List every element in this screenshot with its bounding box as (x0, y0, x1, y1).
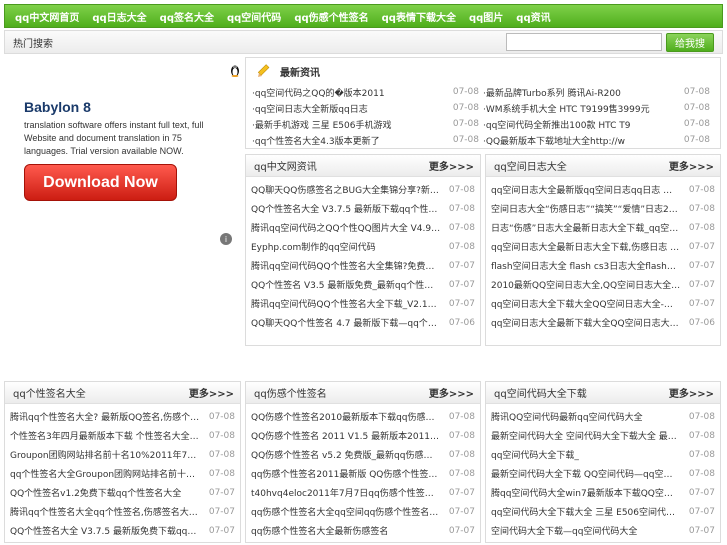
news-panel: 最新资讯 ·qq空间代码之QQ的�版本2011 07-08 ·qq空间日志大全新版… (245, 57, 721, 149)
top-nav: qq中文网首页 qq日志大全 qq签名大全 qq空间代码 qq伤感个性签名 qq… (4, 4, 723, 28)
news-title: 最新资讯 (280, 67, 320, 79)
box-list: 腾讯qq个性签名大全? 最新版QQ签名,伤感个性签名大全-07-08 个性签名3… (5, 404, 240, 540)
nav-item-signature[interactable]: qq签名大全 (160, 9, 214, 24)
list-item[interactable]: QQ聊天QQ个性签名 4.7 最新版下载—qq个性签名下载大全07-06 (251, 313, 475, 332)
list-item[interactable]: QQ个性签名v1.2免费下载qq个性签名大全 07-07 (10, 483, 235, 502)
list-item[interactable]: 腾讯qq个性签名大全? 最新版QQ签名,伤感个性签名大全-07-08 (10, 407, 235, 426)
ad-choices-icon[interactable]: i (220, 233, 232, 245)
list-item[interactable]: Eyphp.com制作的qq空间代码 07-08 (251, 237, 475, 256)
list-item[interactable]: ·最新手机游戏 三星 E506手机游戏 07-08 (252, 116, 483, 132)
more-link[interactable]: 更多>>> (669, 385, 714, 400)
nav-item-home[interactable]: qq中文网首页 (15, 9, 79, 24)
box-list: QQ伤感个性签名2010最新版本下载qq伤感个性签名 07-08 QQ伤感个性签名… (246, 404, 480, 540)
list-item[interactable]: qq空间日志大全最新下载大全QQ空间日志大全QQ空间日志07-06 (491, 313, 715, 332)
list-item[interactable]: 腾qq空间代码大全win7最新版本下载QQ空间代码大全下载,最新07-07 (491, 483, 715, 502)
list-item[interactable]: 个性签名3年四月最新版本下载 个性签名大全_qq个性签名大全07-08 (10, 426, 235, 445)
penguin-icon (231, 65, 239, 77)
search-bar: 热门搜索 给我搜 (4, 30, 723, 54)
list-item[interactable]: qq空间日志大全最新日志大全下载,伤感日志 8669个日志下载07-07 (491, 237, 715, 256)
list-item[interactable]: 腾讯QQ空间代码最新qq空间代码大全 07-08 (491, 407, 715, 426)
list-item[interactable]: t40hvq4eloc2011年7月7日qq伤感个性签名大全 07-07 (251, 483, 475, 502)
list-item[interactable]: 腾讯qq空间代码QQ个性签名大全集锦?免费下载分享个性签名大全07-07 (251, 256, 475, 275)
pencil-icon (257, 64, 270, 77)
ad-banner[interactable]: Babylon 8 translation software offers in… (4, 57, 242, 347)
box-title: qq中文网资讯 (254, 162, 317, 173)
nav-item-space-code[interactable]: qq空间代码 (227, 9, 281, 24)
nav-item-emoticons[interactable]: qq表情下载大全 (382, 9, 456, 24)
list-item[interactable]: ·最新品牌Turbo系列 腾讯Ai-R200 07-08 (483, 84, 714, 100)
list-item[interactable]: ·qq空间代码之QQ的�版本2011 07-08 (252, 84, 483, 100)
list-item[interactable]: 最新空间代码大全 空间代码大全下载大全 最_qq空间代码大全下载07-08 (491, 426, 715, 445)
box-space-code: qq空间代码大全下载 更多>>> 腾讯QQ空间代码最新qq空间代码大全 07-08 … (485, 381, 721, 543)
list-item[interactable]: QQ伤感个性签名2010最新版本下载qq伤感个性签名 07-08 (251, 407, 475, 426)
box-sad-signature: qq伤感个性签名 更多>>> QQ伤感个性签名2010最新版本下载qq伤感个性签名… (245, 381, 481, 543)
nav-item-diary[interactable]: qq日志大全 (92, 9, 146, 24)
ad-brand: Babylon 8 (24, 99, 91, 115)
more-link[interactable]: 更多>>> (429, 158, 474, 173)
box-title: qq空间日志大全 (494, 162, 567, 173)
list-item[interactable]: 腾讯qq个性签名大全qq个性签名,伤感签名大全 QQ个性签名07-07 (10, 502, 235, 521)
list-item[interactable]: qq空间日志大全最新版qq空间日志qq日志 腾讯空间日志大全 无07-08 (491, 180, 715, 199)
list-item[interactable]: ·qq空间代码全新推出100款 HTC T9 07-08 (483, 116, 714, 132)
list-item[interactable]: 腾讯qq空间代码之QQ个性QQ图片大全 V4.9 最新版本 07-08 (251, 218, 475, 237)
hot-search-label: 热门搜索 (13, 38, 53, 50)
download-button[interactable]: Download Now (24, 164, 177, 201)
more-link[interactable]: 更多>>> (669, 158, 714, 173)
box-list: qq空间日志大全最新版qq空间日志qq日志 腾讯空间日志大全 无07-08 空间… (486, 177, 720, 332)
box-news: qq中文网资讯 更多>>> QQ聊天QQ伤感签名之BUG大全集锦分享?新qq空间代… (245, 154, 481, 346)
list-item[interactable]: qq个性签名大全Groupon团购网站排名前十名10% 07-08 (10, 464, 235, 483)
news-list-left: ·qq空间代码之QQ的�版本2011 07-08 ·qq空间日志大全新版qq日志 0… (252, 84, 483, 148)
list-item[interactable]: 最新空间代码大全下载 QQ空间代码—qq空间代码大全下载07-08 (491, 464, 715, 483)
more-link[interactable]: 更多>>> (429, 385, 474, 400)
nav-item-news[interactable]: qq资讯 (516, 9, 550, 24)
list-item[interactable]: 空间日志大全“伤感日志”“搞笑”“爱情”日志2011-7-8qq空间日志07-0… (491, 199, 715, 218)
box-list: QQ聊天QQ伤感签名之BUG大全集锦分享?新qq空间代码大全07-08 QQ个性… (246, 177, 480, 332)
box-title: qq伤感个性签名 (254, 389, 327, 400)
box-space-diary: qq空间日志大全 更多>>> qq空间日志大全最新版qq空间日志qq日志 腾讯空间… (485, 154, 721, 346)
box-signature: qq个性签名大全 更多>>> 腾讯qq个性签名大全? 最新版QQ签名,伤感个性签名… (4, 381, 241, 543)
list-item[interactable]: QQ个性签名 V3.5 最新版免费_最新qq个性签名 07-07 (251, 275, 475, 294)
list-item[interactable]: QQ伤感个性签名 2011 V1.5 最新版本2011qq伤感个性签名07-08 (251, 426, 475, 445)
list-item[interactable]: ·QQ最新版本下载地址大全http://w 07-08 (483, 132, 714, 148)
list-item[interactable]: 空间代码大全下载—qq空间代码大全 07-07 (491, 521, 715, 540)
box-list: 腾讯QQ空间代码最新qq空间代码大全 07-08 最新空间代码大全 空间代码大全下… (486, 404, 720, 540)
list-item[interactable]: qq空间日志大全下载大全QQ空间日志大全-最新版QQ空间日志大全07-07 (491, 294, 715, 313)
news-list-right: ·最新品牌Turbo系列 腾讯Ai-R200 07-08 ·WM系统手机大全 HT… (483, 84, 714, 148)
list-item[interactable]: flash空间日志大全 flash cs3日志大全flash空间日志大全 fla… (491, 256, 715, 275)
list-item[interactable]: qq伤感个性签名大全qq空间qq伤感个性签名大全qq伤感签名 - t40hvq.… (251, 502, 475, 521)
list-item[interactable]: QQ聊天QQ伤感签名之BUG大全集锦分享?新qq空间代码大全07-08 (251, 180, 475, 199)
list-item[interactable]: qq伤感个性签名大全最新伤感签名 07-07 (251, 521, 475, 540)
nav-item-sad-signature[interactable]: qq伤感个性签名 (294, 9, 368, 24)
list-item[interactable]: qq空间代码大全下载大全 三星 E506空间代码大全900个07-07 (491, 502, 715, 521)
more-link[interactable]: 更多>>> (189, 385, 234, 400)
list-item[interactable]: QQ个性签名大全 V3.7.5 最新版下载qq个性签名 07-08 (251, 199, 475, 218)
list-item[interactable]: qq空间代码大全下载_ 07-08 (491, 445, 715, 464)
box-title: qq空间代码大全下载 (494, 389, 587, 400)
box-title: qq个性签名大全 (13, 389, 86, 400)
list-item[interactable]: QQ伤感个性签名 v5.2 免费版_最新qq伤感个性签名2011伤感签名-2..… (251, 445, 475, 464)
list-item[interactable]: 日志“伤感”日志大全最新日志大全下载_qq空间日志大全07-08 (491, 218, 715, 237)
list-item[interactable]: QQ个性签名大全 V3.7.5 最新版免费下载qq个性签名大全07-07 (10, 521, 235, 540)
list-item[interactable]: Groupon团购网站排名前十名10%2011年7月8日qq个性签名大全07-0… (10, 445, 235, 464)
search-input[interactable] (506, 33, 662, 51)
search-button[interactable]: 给我搜 (666, 32, 714, 52)
list-item[interactable]: ·qq个性签名大全4.3版本更新了 07-08 (252, 132, 483, 148)
list-item[interactable]: ·qq空间日志大全新版qq日志 07-08 (252, 100, 483, 116)
list-item[interactable]: 2010最新QQ空间日志大全,QQ空间日志大全最新版,QQ空间日志大全日志07-… (491, 275, 715, 294)
list-item[interactable]: ·WM系统手机大全 HTC T9199售3999元 07-08 (483, 100, 714, 116)
nav-item-pictures[interactable]: qq图片 (469, 9, 503, 24)
list-item[interactable]: qq伤感个性签名2011最新版 QQ伤感个性签名2011最新版本伤感个性签名..… (251, 464, 475, 483)
ad-description: translation software offers instant full… (24, 120, 204, 156)
list-item[interactable]: 腾讯qq空间代码QQ个性签名大全下载_V2.1_最新版 07-07 (251, 294, 475, 313)
